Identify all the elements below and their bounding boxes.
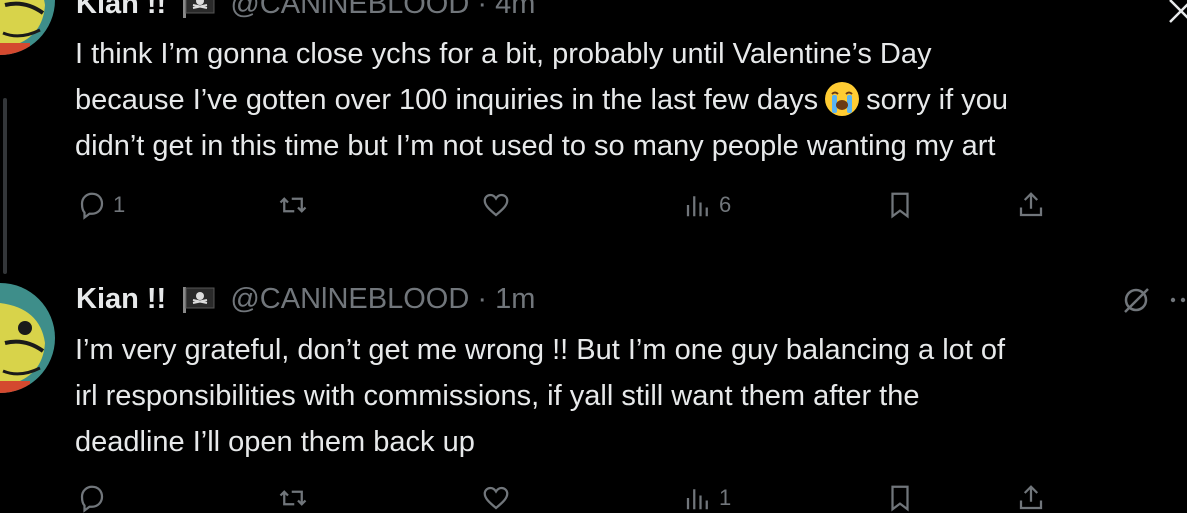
avatar[interactable] (0, 0, 55, 55)
bookmark-icon (891, 485, 909, 512)
heart-icon (483, 193, 509, 217)
close-icon[interactable] (1166, 0, 1187, 26)
retweet-icon (279, 197, 307, 213)
like-button[interactable] (481, 483, 511, 513)
retweet-button[interactable] (278, 190, 308, 220)
loudly-crying-face-icon (825, 82, 860, 116)
tweet-header: Kian !! @CANlNEBLOOD · 4m (76, 0, 535, 21)
bookmark-button[interactable] (885, 483, 915, 513)
retweet-icon (279, 490, 307, 506)
views-button[interactable]: 1 (683, 483, 731, 513)
grok-icon[interactable] (1121, 285, 1151, 315)
share-button[interactable] (1016, 190, 1046, 220)
avatar[interactable] (0, 283, 55, 393)
tweet-line: because I’ve gotten over 100 inquiries i… (75, 84, 819, 116)
tweet-line: didn’t get in this time but I’m not used… (75, 130, 996, 162)
retweet-button[interactable] (278, 483, 308, 513)
tweet-line: sorry if you (866, 84, 1008, 116)
views-icon (686, 196, 708, 217)
timestamp[interactable]: 1m (495, 283, 535, 315)
heart-icon (483, 486, 509, 510)
reply-icon (80, 192, 104, 220)
thread-line (3, 98, 7, 274)
views-icon (686, 489, 708, 510)
tweet-line-group: because I’ve gotten over 100 inquiries i… (75, 77, 1185, 123)
views-count: 1 (719, 485, 732, 510)
tweet-text: I’m very grateful, don’t get me wrong !!… (75, 327, 1185, 465)
display-name[interactable]: Kian !! (76, 0, 166, 20)
tweet-header: Kian !! @CANlNEBLOOD · 1m (76, 282, 535, 316)
reply-button[interactable] (77, 483, 107, 513)
separator: · (477, 0, 488, 20)
reply-button[interactable]: 1 (77, 190, 125, 220)
bookmark-button[interactable] (885, 190, 915, 220)
views-button[interactable]: 6 (683, 190, 731, 220)
pirate-flag-icon (183, 0, 215, 19)
share-icon (1019, 485, 1043, 510)
display-name[interactable]: Kian !! (76, 283, 166, 315)
share-icon (1019, 192, 1043, 217)
tweet-text: I think I’m gonna close ychs for a bit, … (75, 31, 1185, 169)
tweet-line: I think I’m gonna close ychs for a bit, … (75, 38, 932, 70)
reply-count: 1 (113, 192, 126, 217)
share-button[interactable] (1016, 483, 1046, 513)
pirate-flag-icon (183, 287, 215, 314)
tweet-line: deadline I’ll open them back up (75, 426, 475, 458)
bookmark-icon (891, 192, 909, 219)
handle[interactable]: @CANlNEBLOOD (230, 283, 469, 315)
like-button[interactable] (481, 190, 511, 220)
views-count: 6 (719, 192, 732, 217)
tweet-line: irl responsibilities with commissions, i… (75, 380, 920, 412)
tweet-line: I’m very grateful, don’t get me wrong !!… (75, 334, 1006, 366)
separator: · (477, 283, 488, 315)
handle[interactable]: @CANlNEBLOOD (230, 0, 469, 20)
timestamp[interactable]: 4m (495, 0, 535, 20)
more-icon[interactable] (1168, 290, 1187, 310)
reply-icon (80, 485, 104, 513)
